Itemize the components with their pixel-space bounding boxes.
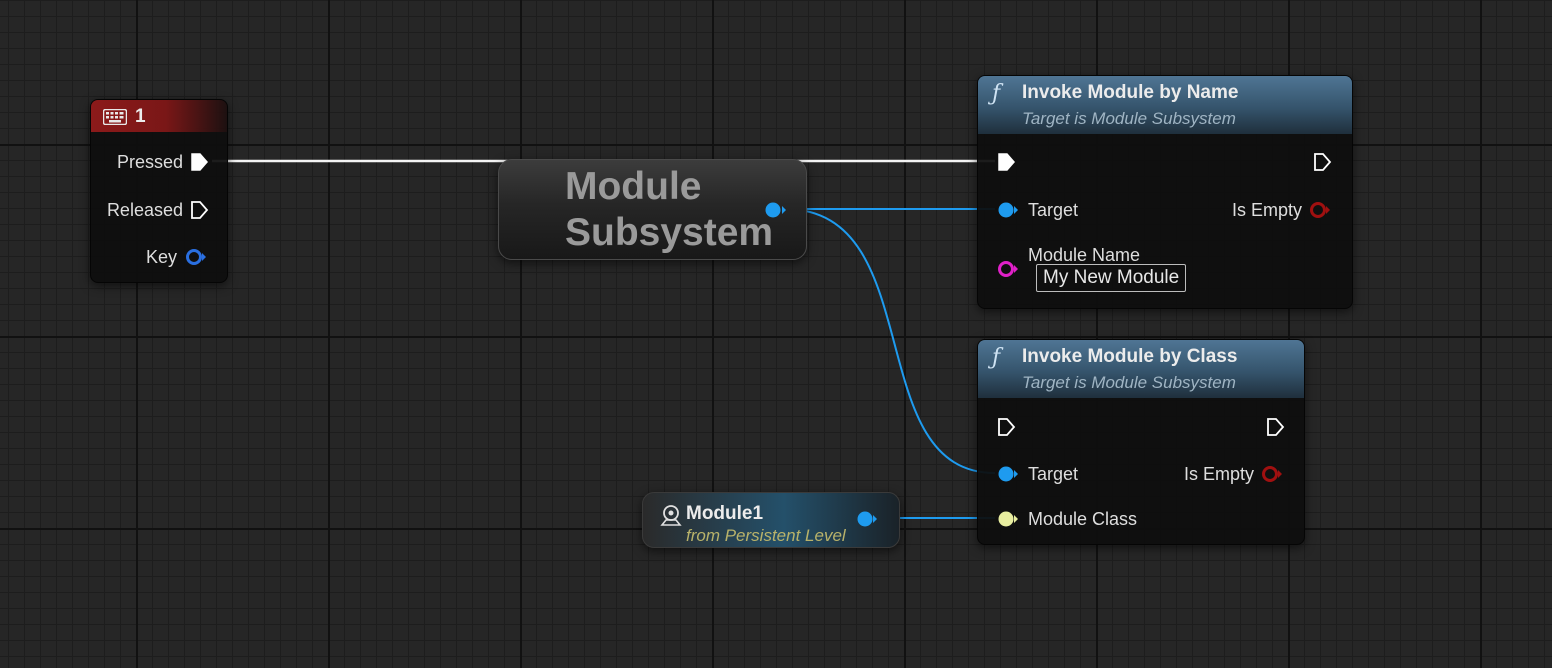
invoke-by-name-subtitle: Target is Module Subsystem <box>1022 109 1236 128</box>
key-event-node[interactable]: 1 Pressed Released Key <box>90 99 228 283</box>
invoke-by-name-target-label: Target <box>1028 200 1079 220</box>
invoke-by-class-subtitle: Target is Module Subsystem <box>1022 373 1236 392</box>
module1-subtitle: from Persistent Level <box>686 526 846 545</box>
key-pin-label: Key <box>145 247 177 267</box>
module-subsystem-title-line1: Module <box>565 165 702 208</box>
invoke-by-class-module-class-pin[interactable] <box>996 509 1020 529</box>
invoke-by-class-is-empty-pin[interactable] <box>1260 464 1284 484</box>
function-icon: ƒ <box>992 81 1001 106</box>
pressed-pin-label: Pressed <box>116 152 183 172</box>
invoke-by-class-exec-out-pin[interactable] <box>1265 417 1285 437</box>
invoke-by-name-is-empty-label: Is Empty <box>1231 200 1302 220</box>
invoke-by-name-header: ƒ Invoke Module by Name Target is Module… <box>978 76 1352 134</box>
invoke-by-class-target-pin[interactable] <box>996 464 1020 484</box>
invoke-by-name-target-pin[interactable] <box>996 200 1020 220</box>
invoke-module-by-class-node[interactable]: ƒ Invoke Module by Class Target is Modul… <box>977 339 1305 545</box>
function-icon: ƒ <box>992 345 1001 370</box>
invoke-module-by-name-node[interactable]: ƒ Invoke Module by Name Target is Module… <box>977 75 1353 309</box>
invoke-by-class-is-empty-label: Is Empty <box>1183 464 1254 484</box>
invoke-by-class-exec-in-pin[interactable] <box>996 417 1016 437</box>
key-struct-pin[interactable] <box>184 247 208 267</box>
key-event-title: 1 <box>135 106 146 127</box>
invoke-by-name-is-empty-pin[interactable] <box>1308 200 1332 220</box>
object-wire-subsystem-to-class-target[interactable] <box>784 208 996 474</box>
invoke-by-class-module-class-label: Module Class <box>1028 509 1138 529</box>
invoke-by-class-title: Invoke Module by Class <box>1022 346 1238 367</box>
actor-icon <box>660 505 682 526</box>
released-pin-label: Released <box>106 200 183 220</box>
module1-title: Module1 <box>686 503 764 524</box>
invoke-by-name-exec-out-pin[interactable] <box>1312 152 1332 172</box>
invoke-by-name-title: Invoke Module by Name <box>1022 82 1239 103</box>
key-event-header: 1 <box>91 100 227 132</box>
invoke-by-name-module-name-pin[interactable] <box>996 259 1020 279</box>
released-exec-pin[interactable] <box>189 200 209 220</box>
invoke-by-class-header: ƒ Invoke Module by Class Target is Modul… <box>978 340 1304 398</box>
invoke-by-name-module-name-label: Module Name <box>1028 245 1141 265</box>
module1-reference-node[interactable]: Module1 from Persistent Level <box>642 492 900 548</box>
pressed-exec-pin[interactable] <box>189 152 209 172</box>
module1-output-pin[interactable] <box>855 509 879 529</box>
module-name-input[interactable]: My New Module <box>1036 264 1187 292</box>
module-subsystem-node[interactable]: Module Subsystem <box>498 159 807 260</box>
invoke-by-class-target-label: Target <box>1028 464 1079 484</box>
module-subsystem-title-line2: Subsystem <box>565 211 774 254</box>
keyboard-icon <box>103 109 127 125</box>
module-subsystem-output-pin[interactable] <box>763 200 789 220</box>
invoke-by-name-exec-in-pin[interactable] <box>996 152 1016 172</box>
